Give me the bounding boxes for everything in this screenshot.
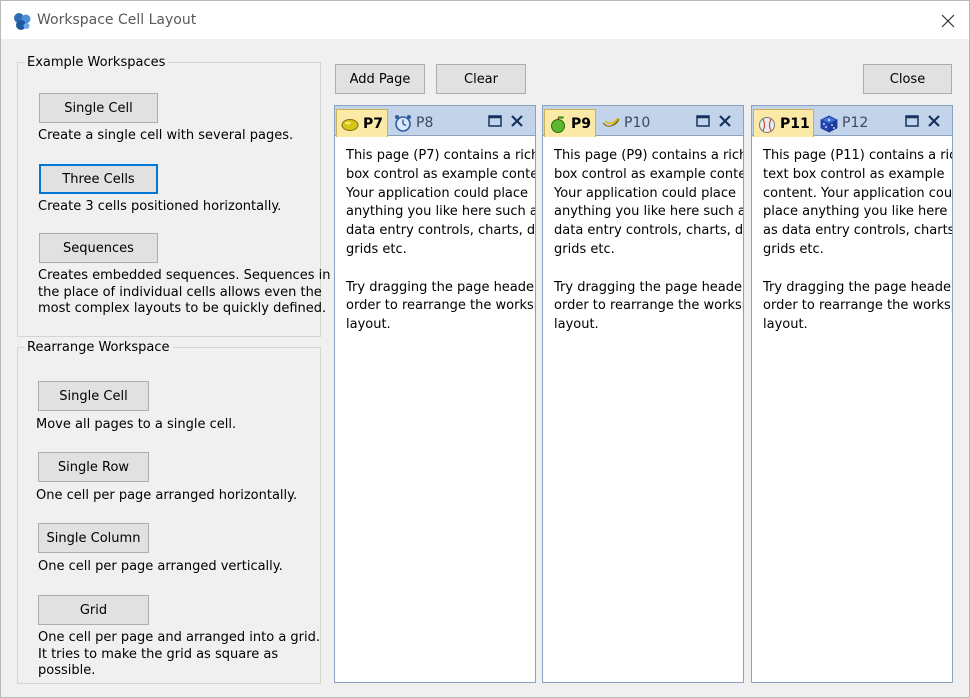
grid-button[interactable]: Grid bbox=[38, 595, 149, 625]
tab-label: P8 bbox=[416, 114, 434, 131]
content-paragraph: Try dragging the page header in order to… bbox=[763, 279, 952, 335]
text-line: data entry controls, charts, data bbox=[554, 223, 743, 239]
text-line: anything you like here such as bbox=[554, 204, 743, 220]
content-paragraph: Try dragging the page header in order to… bbox=[346, 279, 535, 335]
tab-p8[interactable]: P8 bbox=[390, 109, 440, 136]
text-line: layout. bbox=[554, 317, 599, 333]
content-paragraph: This page (P11) contains a rich text box… bbox=[763, 147, 952, 260]
banana-icon bbox=[602, 117, 620, 127]
text-line: This page (P7) contains a rich bbox=[346, 148, 535, 163]
text-line: order to rearrange the workspace bbox=[554, 298, 743, 314]
content-paragraph: Try dragging the page header in order to… bbox=[554, 279, 743, 335]
text-line: Try dragging the page header in bbox=[554, 279, 743, 295]
dice-icon bbox=[820, 115, 838, 133]
text-line: grids etc. bbox=[346, 241, 407, 257]
tab-label: P12 bbox=[842, 114, 869, 131]
rearrange-workspace-legend: Rearrange Workspace bbox=[27, 340, 170, 355]
text-line: anything you like here such as bbox=[346, 204, 535, 220]
text-line: layout. bbox=[763, 317, 808, 333]
text-line: order to rearrange the workspace bbox=[763, 298, 952, 314]
cell-header[interactable]: P11 P12 bbox=[752, 106, 952, 137]
text-line: place anything you like here such bbox=[763, 204, 952, 220]
baseball-icon bbox=[759, 116, 775, 133]
sequences-desc-line: Creates embedded sequences. Sequences in bbox=[38, 268, 331, 283]
tab-label: P10 bbox=[624, 114, 651, 131]
title-bar[interactable]: Workspace Cell Layout bbox=[1, 1, 969, 39]
text-line: Your application could place bbox=[346, 185, 529, 201]
grid-desc-line: It tries to make the grid as square as bbox=[38, 646, 279, 662]
cell-header[interactable]: P9 P10 bbox=[543, 106, 743, 137]
rearrange-single-cell-desc: Move all pages to a single cell. bbox=[36, 417, 237, 432]
text-line: order to rearrange the workspace bbox=[346, 298, 535, 314]
tab-p9[interactable]: P9 bbox=[544, 109, 596, 137]
rearrange-single-cell-button[interactable]: Single Cell bbox=[38, 381, 149, 411]
text-line: text box control as example bbox=[763, 166, 945, 182]
single-column-desc: One cell per page arranged vertically. bbox=[38, 559, 283, 574]
lemon-icon bbox=[341, 118, 359, 131]
text-line: layout. bbox=[346, 317, 391, 333]
close-button[interactable]: Close bbox=[863, 64, 952, 94]
maximize-icon[interactable] bbox=[695, 113, 711, 129]
tab-p11[interactable]: P11 bbox=[753, 109, 814, 137]
example-single-cell-button[interactable]: Single Cell bbox=[39, 93, 158, 123]
text-line: This page (P11) contains a rich bbox=[763, 148, 952, 163]
single-row-button[interactable]: Single Row bbox=[38, 452, 149, 482]
text-line: grids etc. bbox=[554, 241, 615, 257]
page-content[interactable]: This page (P7) contains a rich box contr… bbox=[346, 147, 535, 335]
close-page-icon[interactable] bbox=[509, 113, 525, 129]
apple-icon bbox=[551, 115, 565, 133]
app-logo-icon bbox=[14, 13, 31, 30]
text-line: Try dragging the page header in bbox=[346, 279, 535, 295]
grid-desc: One cell per page and arranged into a gr… bbox=[38, 630, 320, 680]
tab-p12[interactable]: P12 bbox=[816, 109, 874, 136]
text-line: content. Your application could bbox=[763, 185, 952, 201]
content-paragraph: This page (P7) contains a rich box contr… bbox=[346, 147, 535, 260]
text-line: box control as example content. bbox=[554, 166, 743, 182]
window-close-icon[interactable] bbox=[935, 9, 961, 33]
tab-label: P9 bbox=[571, 115, 592, 132]
text-line: Try dragging the page header in bbox=[763, 279, 952, 295]
tab-label: P11 bbox=[780, 115, 810, 132]
text-line: as data entry controls, charts, data bbox=[763, 223, 952, 239]
text-line: Your application could place bbox=[554, 185, 737, 201]
alarm-clock-icon bbox=[395, 114, 411, 132]
single-column-button[interactable]: Single Column bbox=[38, 523, 149, 553]
close-page-icon[interactable] bbox=[926, 113, 942, 129]
example-single-cell-desc: Create a single cell with several pages. bbox=[38, 128, 294, 143]
text-line: grids etc. bbox=[763, 241, 824, 257]
grid-desc-line: One cell per page and arranged into a gr… bbox=[38, 630, 321, 645]
grid-desc-line: possible. bbox=[38, 663, 96, 678]
sequences-desc-line: the place of individual cells allows eve… bbox=[38, 284, 322, 300]
tab-p10[interactable]: P10 bbox=[598, 109, 656, 136]
three-cells-desc: Create 3 cells positioned horizontally. bbox=[38, 199, 282, 214]
add-page-button[interactable]: Add Page bbox=[335, 64, 425, 94]
workspace-cell-3: P11 P12 This page (P11) contains a rich … bbox=[751, 105, 953, 683]
close-page-icon[interactable] bbox=[717, 113, 733, 129]
sequences-desc-line: most complex layouts to be quickly defin… bbox=[38, 301, 327, 316]
content-paragraph: This page (P9) contains a rich box contr… bbox=[554, 147, 743, 260]
window-title: Workspace Cell Layout bbox=[37, 12, 197, 28]
maximize-icon[interactable] bbox=[904, 113, 920, 129]
cell-header[interactable]: P7 P8 bbox=[335, 106, 535, 137]
workspace-cell-2: P9 P10 This page (P9) contains a rich bo… bbox=[542, 105, 744, 683]
tab-p7[interactable]: P7 bbox=[336, 109, 388, 137]
dialog-window: Workspace Cell Layout Example Workspaces… bbox=[0, 0, 970, 698]
page-content[interactable]: This page (P9) contains a rich box contr… bbox=[554, 147, 743, 335]
page-content[interactable]: This page (P11) contains a rich text box… bbox=[763, 147, 952, 335]
text-line: data entry controls, charts, data bbox=[346, 223, 535, 239]
workspace-cell-1: P7 P8 This page (P7) contains a rich box… bbox=[334, 105, 536, 683]
text-line: box control as example content. bbox=[346, 166, 535, 182]
single-row-desc: One cell per page arranged horizontally. bbox=[36, 488, 298, 503]
three-cells-button[interactable]: Three Cells bbox=[39, 164, 158, 194]
sequences-desc: Creates embedded sequences. Sequences in… bbox=[38, 268, 330, 318]
maximize-icon[interactable] bbox=[487, 113, 503, 129]
tab-label: P7 bbox=[363, 115, 384, 132]
text-line: This page (P9) contains a rich bbox=[554, 148, 743, 163]
clear-button[interactable]: Clear bbox=[436, 64, 526, 94]
example-workspaces-legend: Example Workspaces bbox=[27, 55, 166, 70]
sequences-button[interactable]: Sequences bbox=[39, 233, 158, 263]
